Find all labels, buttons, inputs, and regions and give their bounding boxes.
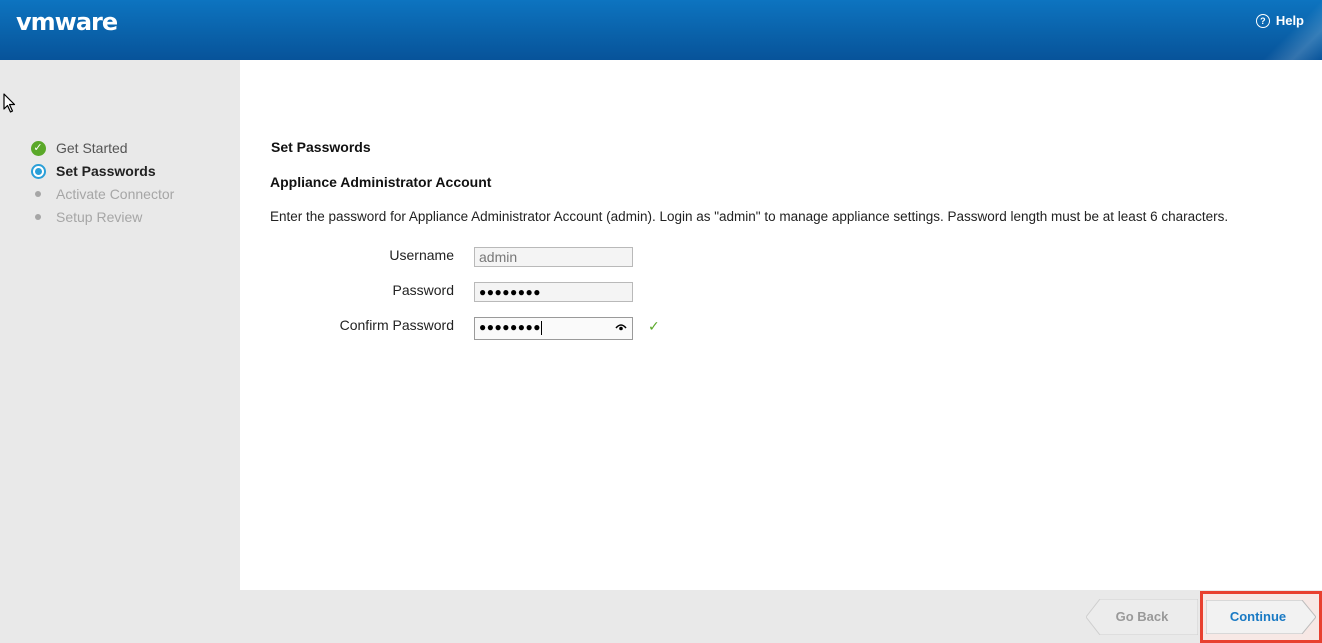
step-pending-marker: [30, 209, 46, 225]
go-back-label: Go Back: [1115, 609, 1169, 624]
page-title: Set Passwords: [271, 139, 371, 155]
help-icon: ?: [1255, 13, 1270, 28]
go-back-button[interactable]: Go Back: [1085, 598, 1199, 636]
section-title: Appliance Administrator Account: [270, 174, 492, 190]
step-setup-review: Setup Review: [30, 209, 142, 225]
bullet-dot-icon: [35, 191, 41, 197]
confirm-password-value: ●●●●●●●●: [479, 320, 541, 334]
confirm-password-field[interactable]: ●●●●●●●●: [474, 317, 633, 340]
step-pending-marker: [30, 186, 46, 202]
main-content-panel: Set Passwords Appliance Administrator Ac…: [240, 60, 1322, 590]
continue-label: Continue: [1229, 609, 1287, 624]
step-label: Setup Review: [56, 209, 143, 225]
username-field[interactable]: admin: [474, 247, 633, 267]
step-current-marker: [30, 163, 46, 179]
step-get-started: ✓ Get Started: [30, 140, 128, 156]
current-step-icon: [30, 163, 46, 179]
section-description: Enter the password for Appliance Adminis…: [270, 209, 1229, 224]
step-label: Set Passwords: [56, 163, 156, 179]
username-label: Username: [389, 247, 454, 263]
help-link[interactable]: ? Help: [1255, 13, 1304, 28]
top-banner: vmware ? Help: [0, 0, 1322, 60]
wizard-footer: Go Back Continue: [0, 590, 1322, 643]
mouse-cursor-icon: [3, 93, 16, 113]
valid-check-icon: ✓: [648, 318, 660, 334]
step-label: Get Started: [56, 140, 128, 156]
password-label: Password: [392, 282, 454, 298]
password-field[interactable]: ●●●●●●●●: [474, 282, 633, 302]
banner-sheen: [1252, 0, 1322, 60]
continue-button[interactable]: Continue: [1200, 591, 1322, 643]
bullet-dot-icon: [35, 214, 41, 220]
step-label: Activate Connector: [56, 186, 175, 202]
step-set-passwords: Set Passwords: [30, 163, 156, 179]
reveal-password-icon[interactable]: [615, 321, 627, 333]
text-caret: [540, 320, 542, 335]
password-value: ●●●●●●●●: [479, 285, 541, 299]
help-label: Help: [1275, 13, 1304, 28]
vmware-logo: vmware: [16, 8, 118, 36]
check-circle-icon: ✓: [30, 140, 46, 156]
confirm-password-label: Confirm Password: [339, 317, 454, 333]
step-done-marker: ✓: [30, 140, 46, 156]
step-activate-connector: Activate Connector: [30, 186, 174, 202]
